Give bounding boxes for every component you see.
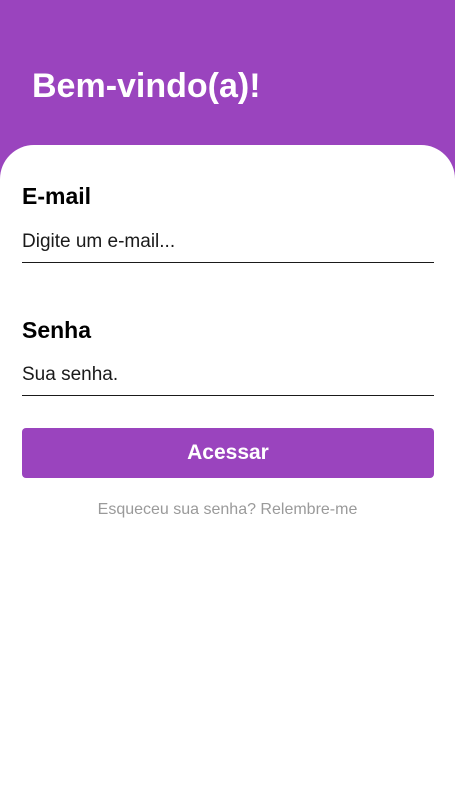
email-label: E-mail — [22, 183, 92, 209]
page-title: Bem-vindo(a)! — [32, 67, 261, 105]
email-field[interactable] — [22, 227, 434, 263]
password-label: Senha — [22, 317, 92, 343]
forgot-password-link[interactable]: Esqueceu sua senha? Relembre-me — [0, 499, 455, 521]
password-field[interactable] — [22, 360, 434, 396]
login-button[interactable]: Acessar — [22, 428, 434, 478]
login-card: E-mail Senha Acessar Esqueceu sua senha?… — [0, 145, 455, 802]
